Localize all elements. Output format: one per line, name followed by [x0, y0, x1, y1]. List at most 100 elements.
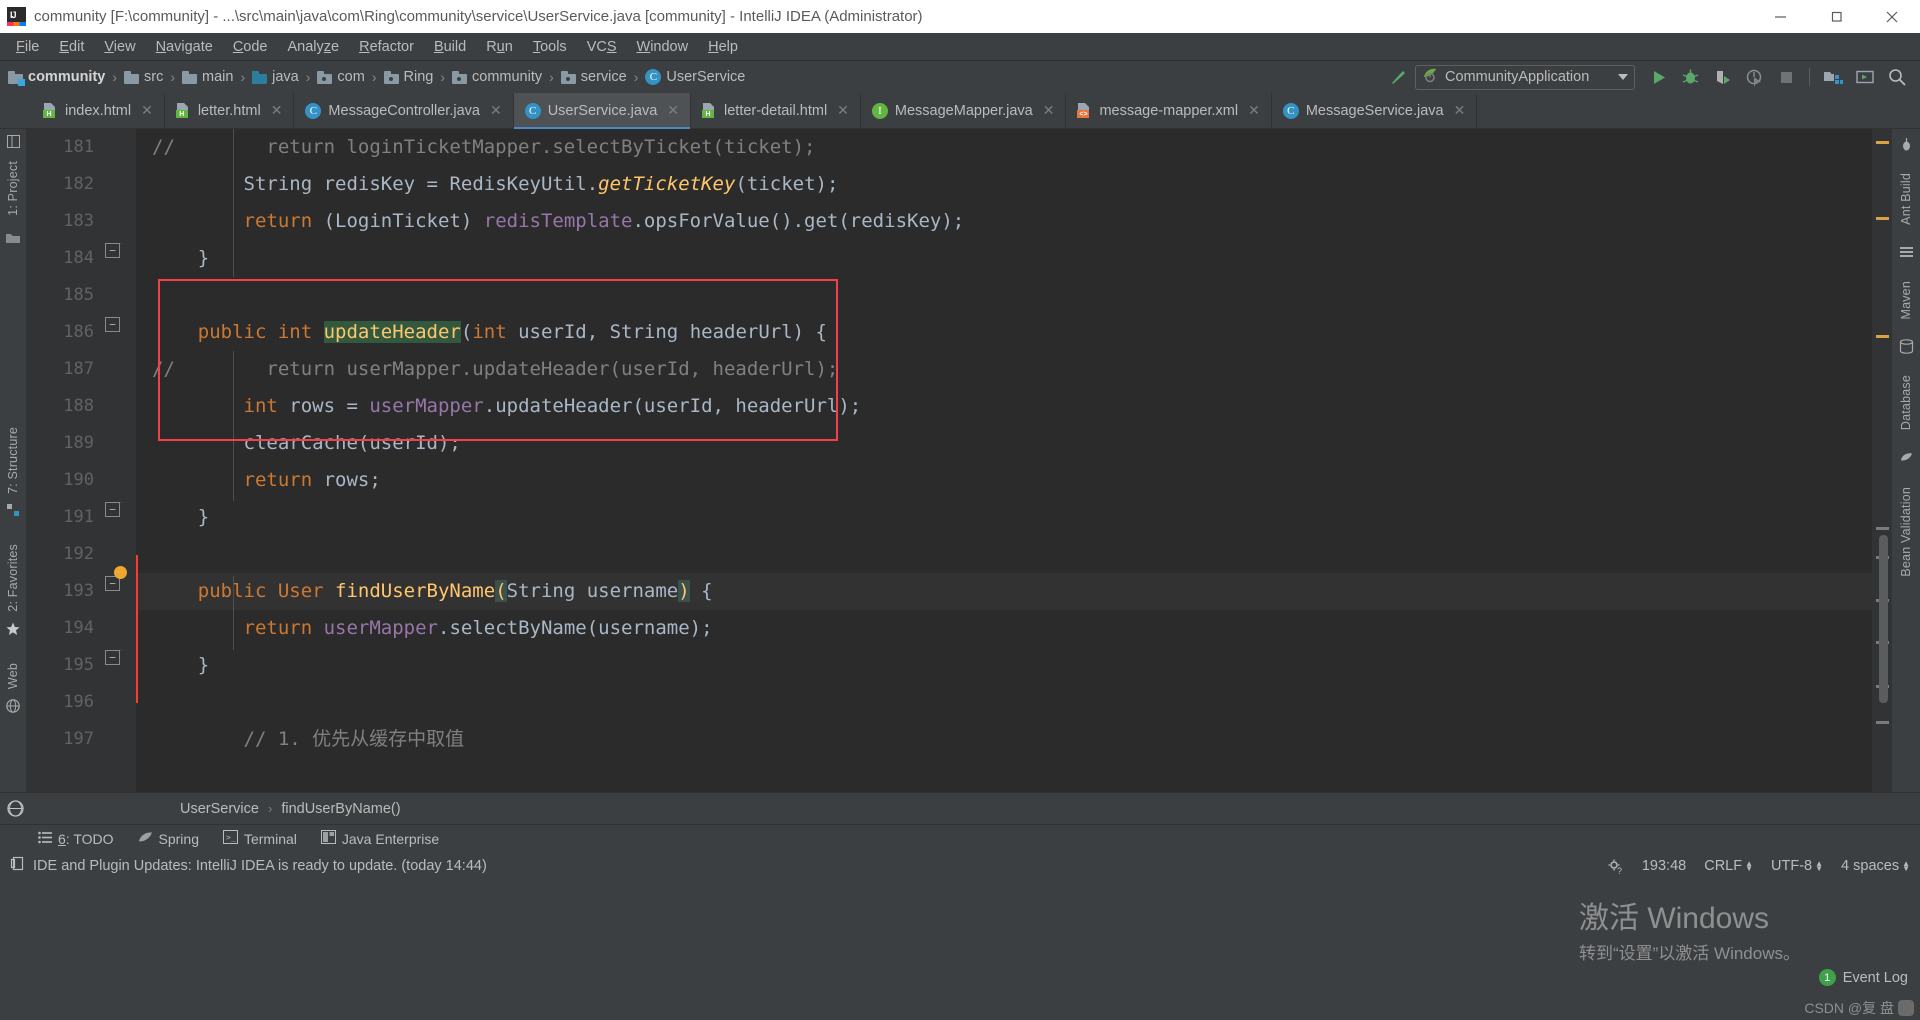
sidebar-item-maven[interactable]: Maven — [1899, 281, 1913, 320]
fold-end-handle[interactable]: − — [105, 243, 120, 258]
event-log-button[interactable]: 1 Event Log — [1818, 969, 1908, 986]
hammer-build-icon[interactable] — [1383, 63, 1413, 91]
ant-build-icon[interactable] — [1899, 137, 1914, 157]
tool-window-spring[interactable]: Spring — [138, 830, 199, 847]
search-icon[interactable] — [1882, 63, 1912, 91]
intention-bulb-icon[interactable] — [114, 566, 127, 579]
tab-letter-detail-html[interactable]: H letter-detail.html ✕ — [691, 93, 861, 128]
favorites-star-icon[interactable] — [6, 622, 20, 639]
code-line[interactable]: int rows = userMapper.updateHeader(userI… — [136, 388, 1872, 425]
tab-messagemapper-java[interactable]: I MessageMapper.java ✕ — [861, 93, 1067, 128]
structure-tool-icon[interactable] — [6, 503, 20, 520]
editor-gutter[interactable]: 181 182 183 184 185 186 187 188 189 190 … — [26, 129, 136, 792]
menu-navigate[interactable]: Navigate — [146, 37, 223, 57]
maximize-icon[interactable] — [1808, 0, 1864, 33]
breadcrumb-class[interactable]: UserService — [180, 801, 259, 817]
change-marker[interactable] — [1876, 721, 1889, 724]
breadcrumb-method[interactable]: findUserByName() — [281, 801, 400, 817]
tab-messageservice-java[interactable]: C MessageService.java ✕ — [1272, 93, 1478, 128]
database-icon[interactable] — [1899, 339, 1914, 359]
code-line[interactable]: } — [136, 240, 1872, 277]
tab-message-mapper-xml[interactable]: <> message-mapper.xml ✕ — [1066, 93, 1272, 128]
code-line[interactable]: String redisKey = RedisKeyUtil.getTicket… — [136, 166, 1872, 203]
warning-marker[interactable] — [1876, 335, 1889, 338]
breadcrumb-service[interactable]: service — [560, 69, 627, 85]
run-button[interactable] — [1643, 63, 1673, 91]
tab-messagecontroller-java[interactable]: C MessageController.java ✕ — [294, 93, 514, 128]
close-icon[interactable]: ✕ — [141, 102, 153, 119]
menu-vcs[interactable]: VCS — [577, 37, 627, 57]
menu-run[interactable]: Run — [476, 37, 523, 57]
menu-build[interactable]: Build — [424, 37, 476, 57]
stop-square-icon[interactable] — [1771, 63, 1801, 91]
run-configuration-selector[interactable]: CommunityApplication — [1415, 64, 1635, 90]
menu-file[interactable]: File — [6, 37, 49, 57]
tool-window-terminal[interactable]: >_ Terminal — [222, 830, 297, 847]
status-message[interactable]: IDE and Plugin Updates: IntelliJ IDEA is… — [33, 858, 487, 874]
code-line[interactable]: clearCache(userId); — [136, 425, 1872, 462]
run-with-coverage-button[interactable] — [1707, 63, 1737, 91]
fold-end-handle[interactable]: − — [105, 502, 120, 517]
sidebar-item-favorites[interactable]: 2: Favorites — [6, 544, 20, 612]
menu-edit[interactable]: Edit — [49, 37, 94, 57]
bean-validation-icon[interactable] — [1899, 451, 1914, 471]
code-line[interactable]: // return userMapper.updateHeader(userId… — [136, 351, 1872, 388]
indent-selector[interactable]: 4 spaces ▲ ▼ — [1841, 858, 1910, 874]
tool-window-java-enterprise[interactable]: Java Enterprise — [320, 830, 439, 847]
menu-refactor[interactable]: Refactor — [349, 37, 424, 57]
encoding-selector[interactable]: UTF-8 ▲ ▼ — [1771, 858, 1823, 874]
close-icon[interactable]: ✕ — [490, 102, 502, 119]
sidebar-item-ant-build[interactable]: Ant Build — [1899, 173, 1913, 225]
code-line[interactable]: } — [136, 499, 1872, 536]
tab-userservice-java[interactable]: C UserService.java ✕ — [513, 93, 692, 129]
breadcrumb-ring[interactable]: Ring — [383, 69, 433, 85]
code-line[interactable] — [136, 277, 1872, 314]
debug-bug-icon[interactable] — [1675, 63, 1705, 91]
terminal-window-icon[interactable] — [1850, 63, 1880, 91]
close-icon[interactable]: ✕ — [271, 102, 283, 119]
breadcrumb-userservice[interactable]: C UserService — [645, 69, 745, 85]
code-line[interactable]: public int updateHeader(int userId, Stri… — [136, 314, 1872, 351]
minimize-icon[interactable] — [1752, 0, 1808, 33]
breadcrumb-src[interactable]: src — [124, 69, 163, 85]
code-line[interactable] — [136, 536, 1872, 573]
close-icon[interactable]: ✕ — [667, 102, 679, 119]
sidebar-item-bean-validation[interactable]: Bean Validation — [1899, 487, 1913, 577]
sidebar-item-web[interactable]: Web — [6, 663, 20, 689]
menu-help[interactable]: Help — [698, 37, 748, 57]
code-line[interactable]: return (LoginTicket) redisTemplate.opsFo… — [136, 203, 1872, 240]
close-icon[interactable]: ✕ — [1454, 102, 1466, 119]
sidebar-item-project[interactable]: 1: Project — [6, 161, 20, 216]
web-globe-icon[interactable] — [0, 800, 30, 817]
menu-window[interactable]: Window — [627, 37, 699, 57]
breadcrumb-java[interactable]: java — [252, 69, 299, 85]
tool-window-todo[interactable]: 6: TODO — [38, 831, 114, 847]
code-line[interactable]: // 1. 优先从缓存中取值 — [136, 721, 1872, 758]
warning-marker[interactable] — [1876, 217, 1889, 220]
chevron-down-icon[interactable] — [1618, 74, 1628, 80]
menu-tools[interactable]: Tools — [523, 37, 577, 57]
web-globe-icon[interactable] — [6, 698, 20, 716]
folder-icon[interactable] — [6, 232, 20, 247]
menu-code[interactable]: Code — [223, 37, 278, 57]
code-line[interactable] — [136, 684, 1872, 721]
close-icon[interactable]: ✕ — [1248, 102, 1260, 119]
caret-position[interactable]: 193:48 — [1642, 858, 1686, 874]
line-separator-selector[interactable]: CRLF ▲ ▼ — [1704, 858, 1753, 874]
breadcrumb-community[interactable]: community — [8, 69, 105, 86]
maven-icon[interactable] — [1899, 245, 1914, 265]
fold-end-handle[interactable]: − — [105, 650, 120, 665]
tab-index-html[interactable]: H index.html ✕ — [32, 93, 165, 128]
close-icon[interactable]: ✕ — [837, 102, 849, 119]
sidebar-item-structure[interactable]: 7: Structure — [6, 427, 20, 494]
code-line[interactable]: return userMapper.selectByName(username)… — [136, 610, 1872, 647]
sidebar-item-database[interactable]: Database — [1899, 375, 1913, 430]
breadcrumb-community-package[interactable]: community — [452, 69, 542, 85]
menu-view[interactable]: View — [94, 37, 145, 57]
code-editor[interactable]: 181 182 183 184 185 186 187 188 189 190 … — [26, 129, 1892, 792]
close-icon[interactable] — [1864, 0, 1920, 33]
editor-marker-gutter[interactable] — [1872, 129, 1892, 792]
change-marker[interactable] — [1876, 527, 1889, 530]
background-process-icon[interactable]: ? — [1607, 858, 1624, 875]
breadcrumb-main[interactable]: main — [182, 69, 233, 85]
